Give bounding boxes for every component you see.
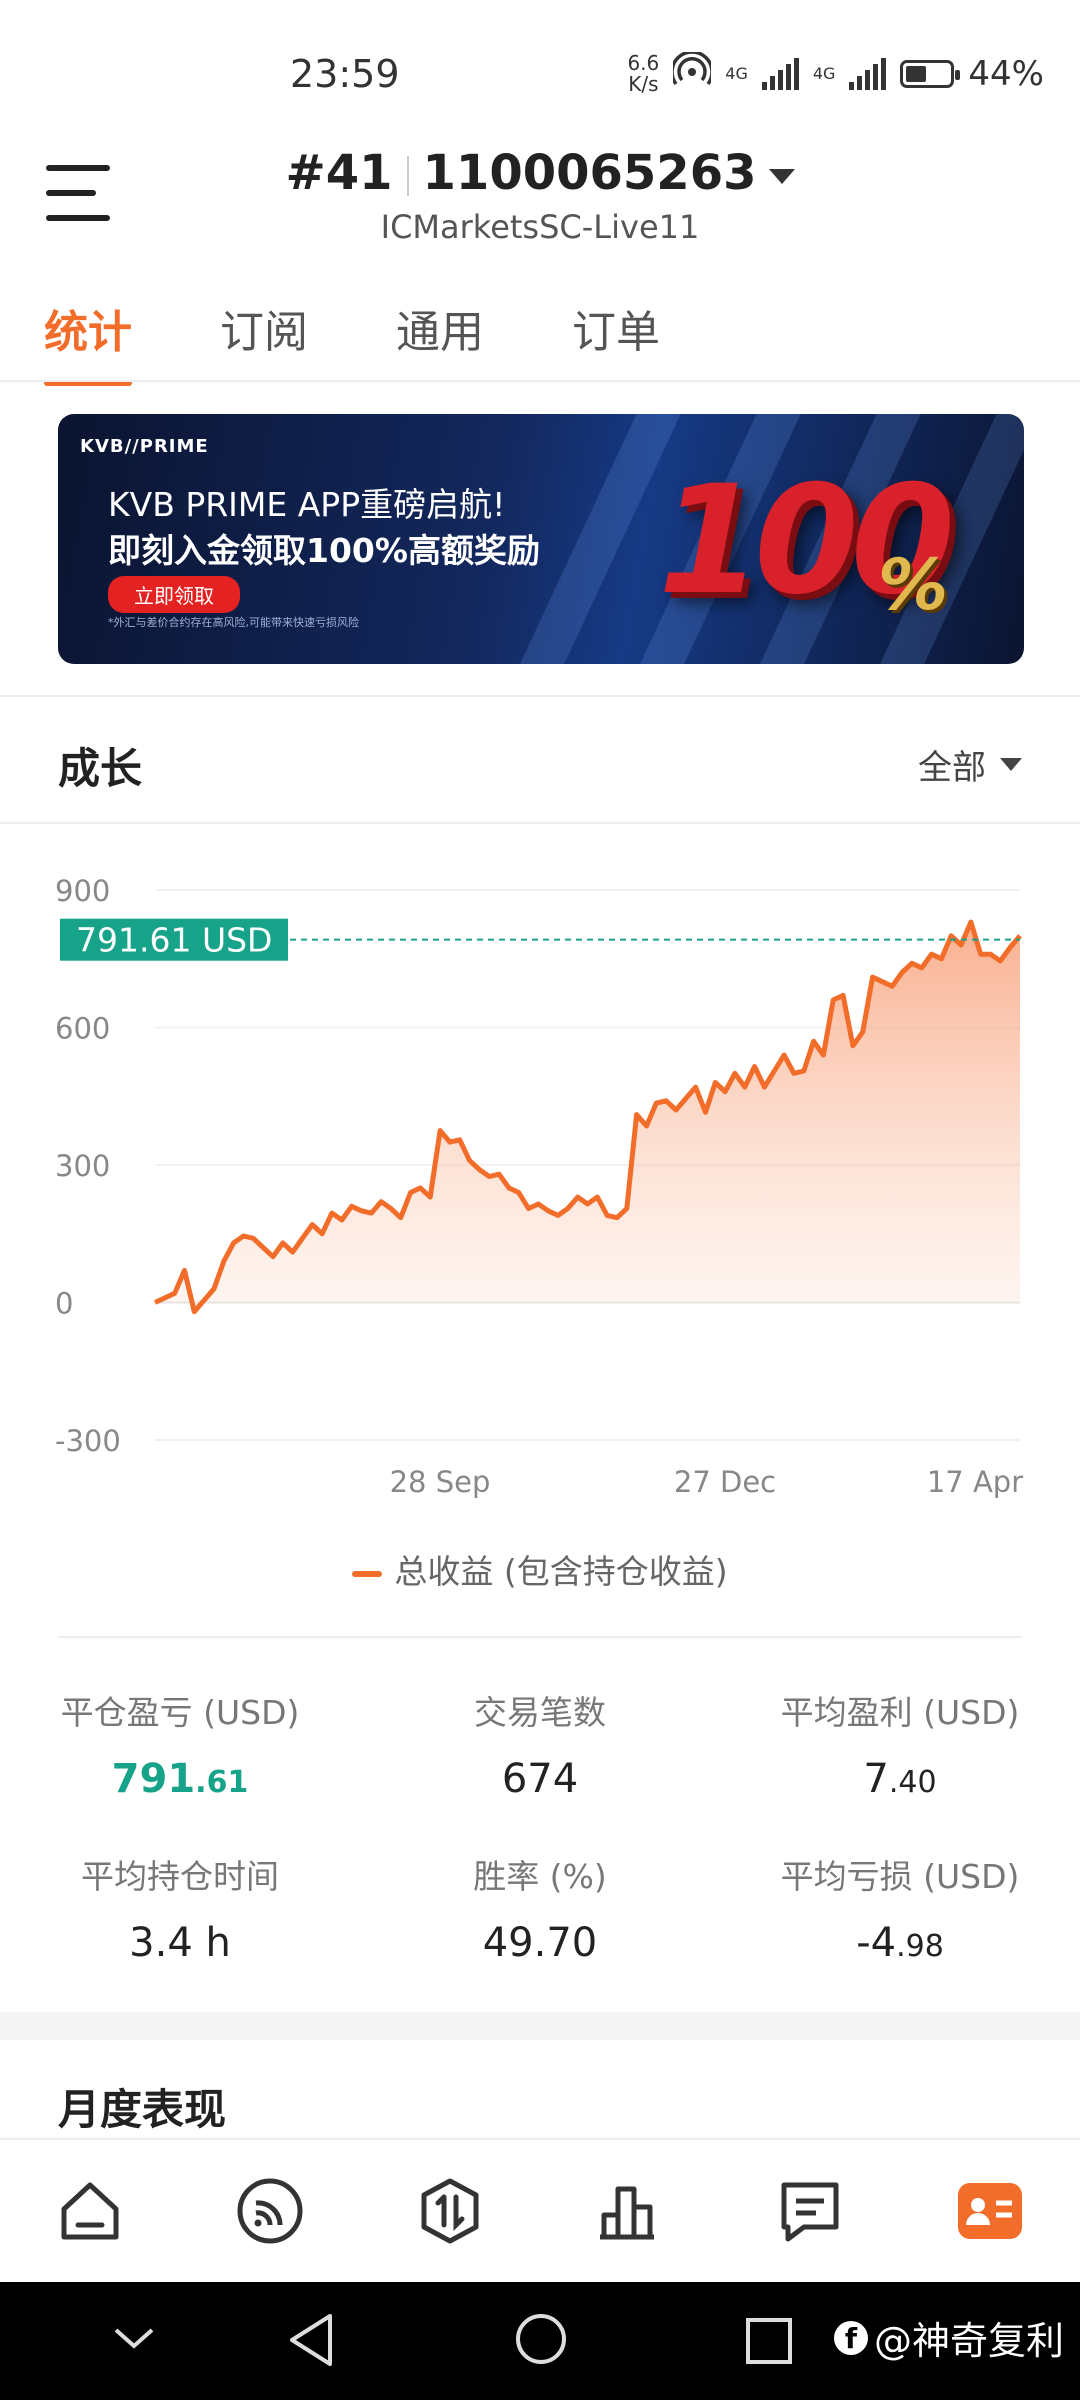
banner-subheadline: 即刻入金领取100%高额奖励 (108, 531, 540, 570)
chevron-down-icon[interactable] (110, 2324, 158, 2358)
y-tick-label: 900 (55, 874, 110, 908)
stat-avg-hold-time: 平均持仓时间 3.4 h (0, 1850, 360, 1966)
signal-icon-2 (849, 57, 887, 90)
y-tick-label: 300 (55, 1149, 110, 1183)
account-index: #41 (285, 145, 393, 201)
section-separator (0, 2012, 1080, 2040)
stat-value: 791.61 (111, 1756, 249, 1802)
account-number: 1100065263 (422, 145, 757, 201)
network-type-2: 4G (812, 64, 836, 83)
stat-label: 平仓盈亏 (USD) (60, 1693, 300, 1732)
message-icon[interactable] (770, 2171, 850, 2251)
net-speed-unit: K/s (628, 71, 659, 96)
stat-label: 胜率 (%) (473, 1857, 607, 1896)
recents-icon[interactable] (744, 2316, 794, 2370)
system-nav-bar: f @神奇复利 (0, 2282, 1080, 2400)
stat-value: 674 (501, 1756, 579, 1802)
tab-bar: 统计 订阅 通用 订单 (44, 296, 660, 386)
legend-swatch (352, 1570, 383, 1577)
chart-icon[interactable] (590, 2171, 670, 2251)
stat-label: 平均盈利 (USD) (780, 1693, 1020, 1732)
banner-brand-logo: KVB//PRIME (80, 436, 209, 457)
battery-percent: 44% (968, 53, 1044, 94)
tab-statistics[interactable]: 统计 (44, 296, 132, 386)
battery-icon (900, 59, 961, 88)
network-type-1: 4G (725, 64, 748, 83)
chart-legend: 总收益 (包含持仓收益) (0, 1545, 1080, 1593)
stat-value: -4.98 (856, 1920, 944, 1966)
x-tick-label: 28 Sep (390, 1465, 491, 1499)
signal-icon (761, 57, 799, 90)
y-tick-label: 0 (55, 1287, 73, 1321)
chart-area-fill (155, 922, 1020, 1312)
stat-win-rate: 胜率 (%) 49.70 (360, 1850, 720, 1966)
home-circle-icon[interactable] (514, 2312, 568, 2370)
x-tick-label: 27 Dec (674, 1465, 776, 1499)
period-dropdown[interactable]: 全部 (918, 740, 1022, 789)
profile-card-icon[interactable] (950, 2171, 1030, 2251)
stat-label: 交易笔数 (474, 1693, 606, 1732)
stat-closed-pnl: 平仓盈亏 (USD) 791.61 (0, 1686, 360, 1802)
stat-avg-profit: 平均盈利 (USD) 7.40 (720, 1686, 1080, 1802)
net-speed-value: 6.6 (627, 50, 660, 75)
bottom-nav (0, 2138, 1080, 2282)
facebook-icon: f (833, 2320, 868, 2355)
hotspot-icon (670, 50, 714, 95)
period-value: 全部 (918, 748, 986, 788)
x-tick-label: 17 Apr (927, 1465, 1023, 1499)
growth-title: 成长 (58, 744, 143, 793)
server-name: ICMarketsSC-Live11 (380, 208, 700, 246)
back-icon[interactable] (286, 2312, 336, 2372)
chevron-down-icon (768, 168, 795, 184)
feed-icon[interactable] (230, 2171, 310, 2251)
y-tick-label: -300 (55, 1424, 121, 1458)
stat-value: 3.4 h (129, 1920, 231, 1966)
stat-label: 平均亏损 (USD) (780, 1857, 1020, 1896)
trade-icon[interactable] (410, 2171, 490, 2251)
banner-percent-graphic: % (878, 544, 949, 626)
account-selector[interactable]: #41 1100065263 (0, 145, 1080, 201)
promo-banner[interactable]: KVB//PRIME KVB PRIME APP重磅启航! 即刻入金领取100%… (58, 414, 1024, 664)
banner-headline: KVB PRIME APP重磅启航! (108, 485, 506, 524)
status-time: 23:59 (290, 52, 400, 96)
tab-general[interactable]: 通用 (396, 296, 484, 386)
banner-disclaimer: *外汇与差价合约存在高风险,可能带来快速亏损风险 (108, 616, 359, 629)
stat-avg-loss: 平均亏损 (USD) -4.98 (720, 1850, 1080, 1966)
banner-cta-button[interactable]: 立即领取 (108, 576, 240, 613)
chevron-down-icon (1000, 758, 1022, 771)
watermark-text: @神奇复利 (873, 2319, 1064, 2363)
stat-label: 平均持仓时间 (81, 1857, 279, 1896)
status-icons: 6.6 K/s 4G 4G 44% (627, 50, 1044, 96)
y-tick-label: 600 (55, 1012, 110, 1046)
divider (0, 822, 1080, 824)
stat-value: 7.40 (863, 1756, 937, 1802)
divider (0, 380, 1080, 382)
stat-value: 49.70 (482, 1920, 598, 1966)
legend-label: 总收益 (包含持仓收益) (394, 1552, 728, 1591)
monthly-performance-title: 月度表现 (58, 2085, 227, 2134)
growth-chart: 791.61 USD 900 600 300 0 -300 28 Sep 27 Dec 17… (55, 874, 1023, 1499)
current-value-label: 791.61 USD (76, 921, 272, 960)
home-icon[interactable] (50, 2171, 130, 2251)
watermark: f @神奇复利 (833, 2310, 1064, 2365)
divider (0, 695, 1080, 697)
stat-trade-count: 交易笔数 674 (360, 1686, 720, 1802)
tab-orders[interactable]: 订单 (572, 296, 660, 386)
net-speed: 6.6 K/s (627, 50, 660, 96)
tab-subscribe[interactable]: 订阅 (220, 296, 308, 386)
divider (58, 1636, 1022, 1638)
